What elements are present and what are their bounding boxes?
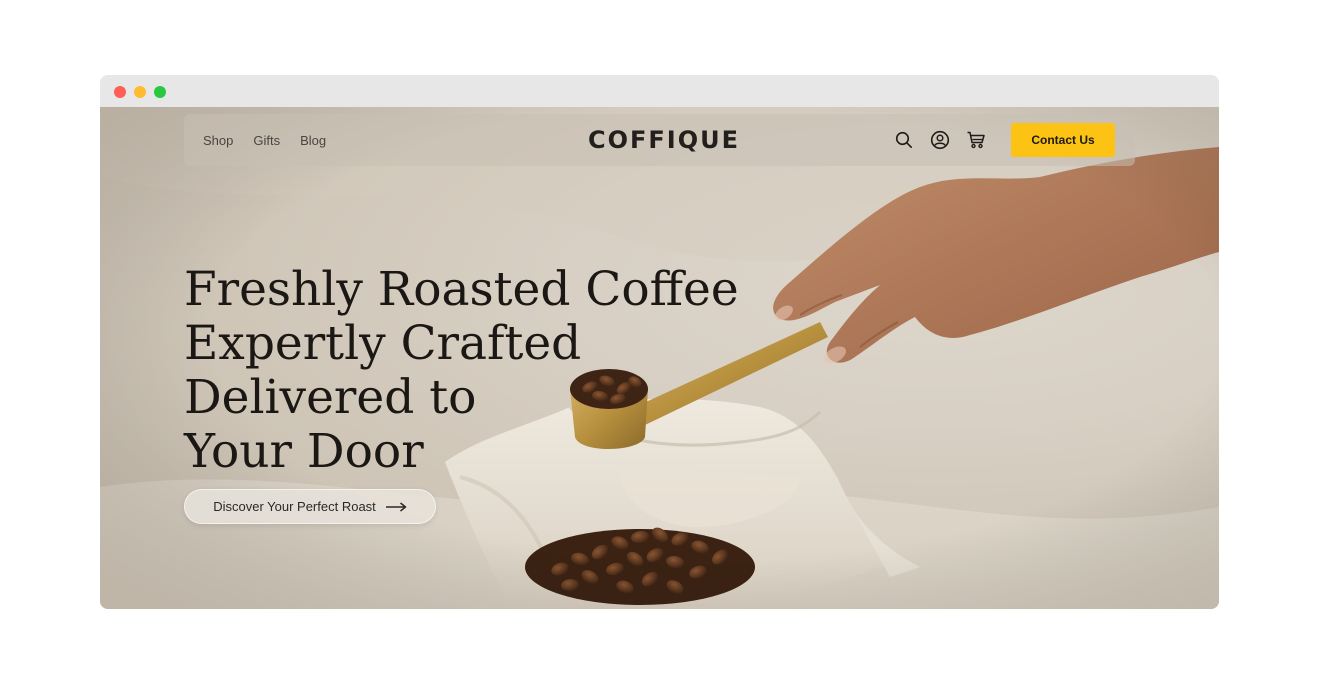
headline-line-4: Your Door (184, 424, 424, 480)
nav-link-blog[interactable]: Blog (300, 133, 326, 148)
brand-logo[interactable]: COFFIQUE (588, 124, 738, 156)
contact-us-button[interactable]: Contact Us (1011, 123, 1115, 157)
nav-icons (893, 114, 987, 166)
minimize-window-button[interactable] (134, 86, 146, 98)
cart-icon[interactable] (965, 129, 987, 151)
headline-line-2: Expertly Crafted (184, 316, 582, 372)
headline-line-3: Delivered to (184, 370, 477, 426)
top-navbar: Shop Gifts Blog COFFIQUE Contact Us (184, 114, 1135, 166)
hero-section: Shop Gifts Blog COFFIQUE Contact Us Fres… (100, 107, 1219, 609)
nav-link-gifts[interactable]: Gifts (253, 133, 280, 148)
user-icon[interactable] (929, 129, 951, 151)
arrow-right-icon (385, 501, 407, 512)
nav-link-shop[interactable]: Shop (203, 133, 233, 148)
nav-links: Shop Gifts Blog (203, 114, 326, 166)
cta-label: Discover Your Perfect Roast (213, 499, 376, 514)
close-window-button[interactable] (114, 86, 126, 98)
headline-line-1: Freshly Roasted Coffee (184, 262, 739, 318)
maximize-window-button[interactable] (154, 86, 166, 98)
discover-roast-button[interactable]: Discover Your Perfect Roast (184, 489, 436, 524)
search-icon[interactable] (893, 129, 915, 151)
browser-window: Shop Gifts Blog COFFIQUE Contact Us Fres… (100, 75, 1219, 609)
hero-headline: Freshly Roasted Coffee Expertly Crafted … (184, 263, 744, 479)
browser-titlebar (100, 75, 1219, 107)
